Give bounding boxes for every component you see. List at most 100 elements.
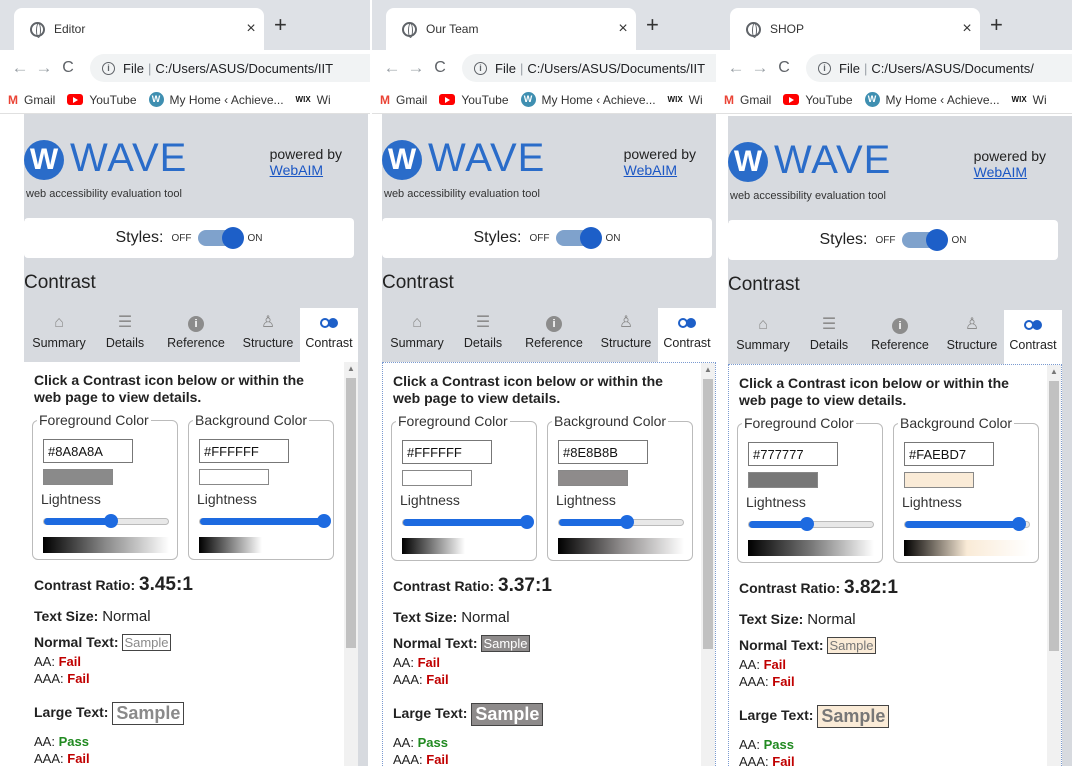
foreground-lightness-slider[interactable] <box>748 517 874 531</box>
aaa-status: Fail <box>772 674 795 689</box>
bookmark-gmail[interactable]: M Gmail <box>8 93 55 107</box>
background-hex-input[interactable] <box>904 442 994 466</box>
normal-aaa-result: AAA: Fail <box>393 672 449 687</box>
wave-tagline: web accessibility evaluation tool <box>26 188 182 200</box>
close-tab-button[interactable]: × <box>610 20 636 38</box>
bookmark-youtube[interactable]: YouTube <box>783 93 853 107</box>
slider-handle[interactable] <box>520 515 534 529</box>
bookmark-my-home[interactable]: W My Home ‹ Achieve... <box>148 92 284 107</box>
background-hex-input[interactable] <box>558 440 648 464</box>
bookmark-gmail[interactable]: M Gmail <box>380 93 427 107</box>
slider-handle[interactable] <box>317 514 331 528</box>
foreground-swatch <box>402 470 472 486</box>
forward-arrow-icon[interactable]: → <box>748 58 772 78</box>
reload-icon[interactable]: C <box>772 59 796 77</box>
new-tab-button[interactable]: + <box>274 12 287 38</box>
scroll-up-icon[interactable]: ▲ <box>347 364 355 373</box>
background-lightness-slider[interactable] <box>199 514 331 528</box>
foreground-lightness-slider[interactable] <box>43 514 169 528</box>
back-arrow-icon[interactable]: ← <box>380 58 404 78</box>
foreground-hex-input[interactable] <box>748 442 838 466</box>
url-scheme: File <box>495 60 516 76</box>
tab-structure[interactable]: ♙ Structure <box>940 310 1004 364</box>
info-icon[interactable]: i <box>102 61 115 75</box>
styles-toggle[interactable] <box>197 227 244 249</box>
bookmark-youtube[interactable]: YouTube <box>439 92 509 107</box>
panel-scrollbar[interactable]: ▲ <box>1047 365 1061 766</box>
reload-icon[interactable]: C <box>428 59 452 77</box>
close-tab-button[interactable]: × <box>238 20 264 38</box>
new-tab-button[interactable]: + <box>646 12 659 38</box>
background-lightness-slider[interactable] <box>558 515 684 529</box>
bookmark-my-home[interactable]: W My Home ‹ Achieve... <box>520 92 656 107</box>
contrast-instructions: Click a Contrast icon below or within th… <box>393 373 663 406</box>
tab-details[interactable]: ☰ Details <box>798 310 860 364</box>
reload-icon[interactable]: C <box>56 59 80 77</box>
contrast-panel: Click a Contrast icon below or within th… <box>728 364 1062 766</box>
tab-summary[interactable]: ⌂ Summary <box>728 310 798 364</box>
scroll-up-icon[interactable]: ▲ <box>1050 367 1058 376</box>
back-arrow-icon[interactable]: ← <box>724 58 748 78</box>
browser-tab[interactable]: Our Team × <box>386 8 636 50</box>
tab-reference[interactable]: i Reference <box>514 308 594 362</box>
address-bar[interactable]: i File | C:/Users/ASUS/Documents/IIT <box>462 54 722 82</box>
tab-reference[interactable]: i Reference <box>156 308 236 362</box>
tab-summary[interactable]: ⌂ Summary <box>24 308 94 362</box>
browser-tab[interactable]: Editor × <box>14 8 264 50</box>
foreground-hex-input[interactable] <box>402 440 492 464</box>
bookmark-my-home[interactable]: W My Home ‹ Achieve... <box>864 92 1000 107</box>
new-tab-button[interactable]: + <box>990 12 1003 38</box>
background-lightness-slider[interactable] <box>904 517 1030 531</box>
info-icon[interactable]: i <box>474 61 487 75</box>
tab-contrast[interactable]: Contrast <box>300 308 358 362</box>
background-hex-input[interactable] <box>199 439 289 463</box>
large-text-row: Large Text: Sample <box>34 702 185 725</box>
webaim-link[interactable]: WebAIM <box>624 162 696 178</box>
gmail-icon: M <box>8 92 18 107</box>
back-arrow-icon[interactable]: ← <box>8 58 32 78</box>
slider-handle[interactable] <box>620 515 635 529</box>
bookmark-wix[interactable]: WIX Wi <box>1012 93 1047 107</box>
bookmark-wix[interactable]: WIX Wi <box>296 93 331 107</box>
tab-details[interactable]: ☰ Details <box>452 308 514 362</box>
address-bar[interactable]: i File | C:/Users/ASUS/Documents/ <box>806 54 1072 82</box>
foreground-lightness-slider[interactable] <box>402 515 534 529</box>
scroll-thumb[interactable] <box>703 379 713 649</box>
bookmark-label: YouTube <box>461 92 509 107</box>
slider-handle[interactable] <box>103 514 118 528</box>
tab-summary[interactable]: ⌂ Summary <box>382 308 452 362</box>
bookmark-wix[interactable]: WIX Wi <box>668 93 703 107</box>
tab-structure[interactable]: ♙ Structure <box>236 308 300 362</box>
styles-toggle[interactable] <box>555 227 602 249</box>
tab-contrast[interactable]: Contrast <box>1004 310 1062 364</box>
address-bar[interactable]: i File | C:/Users/ASUS/Documents/IIT <box>90 54 370 82</box>
bookmark-label: Gmail <box>396 92 428 107</box>
powered-by: powered by WebAIM <box>974 148 1046 180</box>
webaim-link[interactable]: WebAIM <box>270 162 342 178</box>
close-tab-button[interactable]: × <box>954 20 980 38</box>
panel-scrollbar[interactable]: ▲ <box>344 362 358 766</box>
styles-toggle[interactable] <box>901 229 948 251</box>
tab-reference[interactable]: i Reference <box>860 310 940 364</box>
forward-arrow-icon[interactable]: → <box>32 58 56 78</box>
browser-tab[interactable]: SHOP × <box>730 8 980 50</box>
webaim-link[interactable]: WebAIM <box>974 164 1046 180</box>
forward-arrow-icon[interactable]: → <box>404 58 428 78</box>
foreground-hex-input[interactable] <box>43 439 133 463</box>
normal-sample: Sample <box>827 637 876 654</box>
tab-details[interactable]: ☰ Details <box>94 308 156 362</box>
scroll-thumb[interactable] <box>1049 381 1059 651</box>
panel-scrollbar[interactable]: ▲ <box>701 363 715 766</box>
tab-structure[interactable]: ♙ Structure <box>594 308 658 362</box>
tab-contrast[interactable]: Contrast <box>658 308 716 362</box>
text-size: Text Size: Normal <box>34 608 151 625</box>
foreground-legend: Foreground Color <box>742 415 856 431</box>
scroll-thumb[interactable] <box>346 378 356 648</box>
slider-handle[interactable] <box>1012 517 1027 531</box>
scroll-up-icon[interactable]: ▲ <box>704 365 712 374</box>
info-icon[interactable]: i <box>818 61 831 75</box>
large-text-label: Large Text: <box>393 705 468 722</box>
slider-handle[interactable] <box>800 517 815 531</box>
bookmark-youtube[interactable]: YouTube <box>67 93 137 107</box>
bookmark-gmail[interactable]: M Gmail <box>724 93 771 107</box>
